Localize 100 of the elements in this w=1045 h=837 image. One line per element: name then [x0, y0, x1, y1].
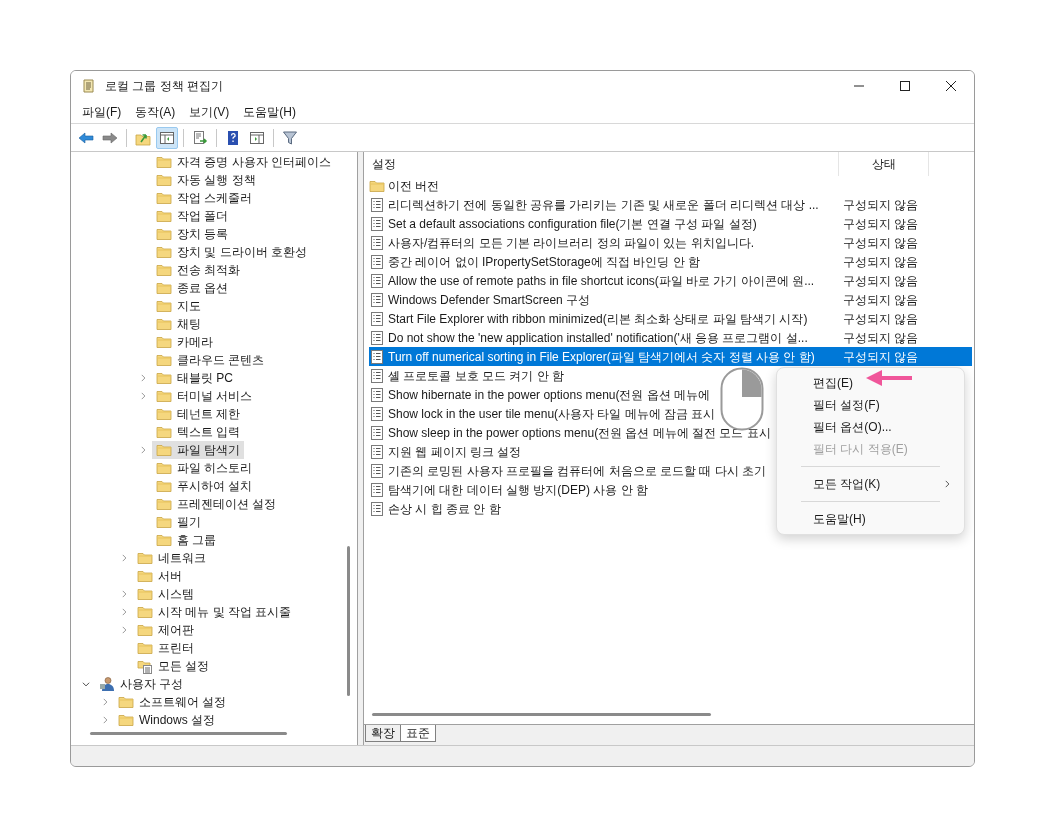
list-row[interactable]: 사용자/컴퓨터의 모든 기본 라이브러리 정의 파일이 있는 위치입니다. 구성되지 않음	[369, 233, 972, 252]
list-row[interactable]: 지원 웹 페이지 링크 설정	[369, 442, 524, 461]
tree-item[interactable]: 카메라	[152, 333, 217, 351]
setting-icon	[369, 405, 385, 422]
tree-item[interactable]: 제어판	[133, 621, 198, 639]
expand-chevron-icon[interactable]	[138, 391, 148, 401]
expand-chevron-icon[interactable]	[119, 589, 129, 599]
back-arrow-icon	[78, 129, 94, 146]
horizontal-scrollbar[interactable]	[90, 732, 287, 735]
folder-document-icon	[137, 658, 153, 674]
tree-item[interactable]: 소프트웨어 설정	[114, 693, 231, 711]
tree-item[interactable]: 서버	[133, 567, 186, 585]
tab[interactable]: 확장	[365, 725, 401, 742]
list-row[interactable]: 셸 프로토콜 보호 모드 켜기 안 함	[369, 366, 566, 385]
setting-icon	[369, 367, 385, 384]
column-header[interactable]: 설정	[364, 152, 839, 176]
expand-chevron-icon[interactable]	[119, 607, 129, 617]
tree-item[interactable]: 자격 증명 사용자 인터페이스	[152, 153, 335, 171]
folder-icon	[156, 262, 172, 278]
setting-icon	[369, 424, 385, 441]
action-pane-icon	[249, 129, 265, 146]
tree-item[interactable]: 사용자 구성	[95, 675, 188, 693]
expand-chevron-icon[interactable]	[100, 715, 110, 725]
menu-item[interactable]: 동작(A)	[128, 101, 183, 123]
list-row[interactable]: 중간 레이어 없이 IPropertySetStorage에 직접 바인딩 안 함 구성되지 않음	[369, 252, 972, 271]
tree-item[interactable]: 네트워크	[133, 549, 210, 567]
expand-chevron-icon[interactable]	[138, 373, 148, 383]
list-row[interactable]: 이전 버전	[369, 176, 442, 195]
tree-item[interactable]: 지도	[152, 297, 205, 315]
tree-item[interactable]: 프린터	[133, 639, 198, 657]
folder-icon	[137, 622, 153, 638]
list-row[interactable]: 리디렉션하기 전에 동일한 공유를 가리키는 기존 및 새로운 폴더 리디렉션 대상 ... 구성되지 않음	[369, 195, 972, 214]
tree-item[interactable]: 푸시하여 설치	[152, 477, 257, 495]
list-row[interactable]: Turn off numerical sorting in File Explorer(파일 탐색기에서 숫자 정렬 사용 안 함) 구성되지 않음	[369, 347, 972, 366]
expand-chevron-icon[interactable]	[138, 445, 148, 455]
scroll-icon	[81, 78, 97, 94]
tree-item[interactable]: 전송 최적화	[152, 261, 245, 279]
folder-icon	[156, 388, 172, 404]
menu-item[interactable]: 편집(E)	[777, 372, 964, 394]
tree-item[interactable]: 종료 옵션	[152, 279, 233, 297]
list-row[interactable]: Do not show the 'new application installed' notification('새 응용 프로그램이 설... 구성되지 않음	[369, 328, 972, 347]
setting-icon	[369, 386, 385, 403]
tree-item[interactable]: 파일 탐색기	[152, 441, 245, 459]
menu-item[interactable]: 필터 옵션(O)...	[777, 416, 964, 438]
tree-item[interactable]: 테넌트 제한	[152, 405, 245, 423]
tree-item[interactable]: 태블릿 PC	[152, 369, 237, 387]
setting-icon	[369, 329, 385, 346]
menu-item[interactable]: 도움말(H)	[777, 508, 964, 530]
menu-item[interactable]: 필터 설정(F)	[777, 394, 964, 416]
menu-item[interactable]: 모든 작업(K)	[777, 473, 964, 495]
forward-arrow-icon	[102, 129, 118, 146]
expand-chevron-icon[interactable]	[119, 625, 129, 635]
tree-item[interactable]: 작업 스케줄러	[152, 189, 257, 207]
menu-item[interactable]: 보기(V)	[182, 101, 237, 123]
tree-item[interactable]: 홈 그룹	[152, 531, 221, 549]
tree-item[interactable]: 터미널 서비스	[152, 387, 257, 405]
maximize-icon	[900, 81, 910, 91]
setting-status: 구성되지 않음	[843, 291, 919, 309]
list-row[interactable]: Set a default associations configuration file(기본 연결 구성 파일 설정) 구성되지 않음	[369, 214, 972, 233]
tree-item[interactable]: 텍스트 입력	[152, 423, 245, 441]
list-row[interactable]: Windows Defender SmartScreen 구성 구성되지 않음	[369, 290, 972, 309]
menu-item[interactable]: 파일(F)	[75, 101, 129, 123]
setting-name: Do not show the 'new application installed' notification('새 응용 프로그램이 설...	[388, 329, 808, 347]
tree-item[interactable]: 모든 설정	[133, 657, 214, 675]
folder-icon	[118, 712, 134, 726]
setting-status: 구성되지 않음	[843, 234, 919, 252]
tree-item[interactable]: 장치 등록	[152, 225, 233, 243]
tree-item[interactable]: 자동 실행 정책	[152, 171, 260, 189]
tree-item[interactable]: 작업 폴더	[152, 207, 233, 225]
setting-status: 구성되지 않음	[843, 310, 919, 328]
tab[interactable]: 표준	[400, 725, 436, 742]
tree-item[interactable]: 시작 메뉴 및 작업 표시줄	[133, 603, 296, 621]
expand-chevron-icon[interactable]	[119, 553, 129, 563]
tree-pane-button[interactable]	[156, 126, 178, 149]
setting-icon	[369, 196, 385, 213]
tree-item[interactable]: 장치 및 드라이버 호환성	[152, 243, 311, 261]
vertical-scrollbar[interactable]	[347, 546, 350, 696]
list-row[interactable]: 손상 시 힙 종료 안 함	[369, 499, 503, 518]
horizontal-scrollbar[interactable]	[372, 713, 711, 716]
setting-icon	[369, 253, 385, 270]
list-row[interactable]: Allow the use of remote paths in file shortcut icons(파일 바로 가기 아이콘에 원... 구성되지 않음	[369, 271, 972, 290]
setting-icon	[369, 291, 385, 308]
setting-status: 구성되지 않음	[843, 253, 919, 271]
column-header[interactable]: 상태	[839, 152, 929, 176]
expand-chevron-icon[interactable]	[100, 697, 110, 707]
setting-status: 구성되지 않음	[843, 272, 919, 290]
collapse-chevron-icon[interactable]	[81, 679, 91, 689]
tree-item[interactable]: Windows 설정	[114, 711, 219, 726]
folder-icon	[137, 640, 153, 656]
setting-icon	[369, 348, 385, 365]
menu-item[interactable]: 도움말(H)	[236, 101, 303, 123]
tree-item[interactable]: 클라우드 콘텐츠	[152, 351, 269, 369]
tree-item[interactable]: 채팅	[152, 315, 205, 333]
tree-item[interactable]: 파일 히스토리	[152, 459, 257, 477]
setting-name: 손상 시 힙 종료 안 함	[388, 500, 501, 518]
folder-icon	[118, 694, 134, 710]
tree-item[interactable]: 프레젠테이션 설정	[152, 495, 281, 513]
list-row[interactable]: Start File Explorer with ribbon minimized(리본 최소화 상태로 파일 탐색기 시작) 구성되지 않음	[369, 309, 972, 328]
tree-item[interactable]: 시스템	[133, 585, 198, 603]
tree-item[interactable]: 필기	[152, 513, 205, 531]
